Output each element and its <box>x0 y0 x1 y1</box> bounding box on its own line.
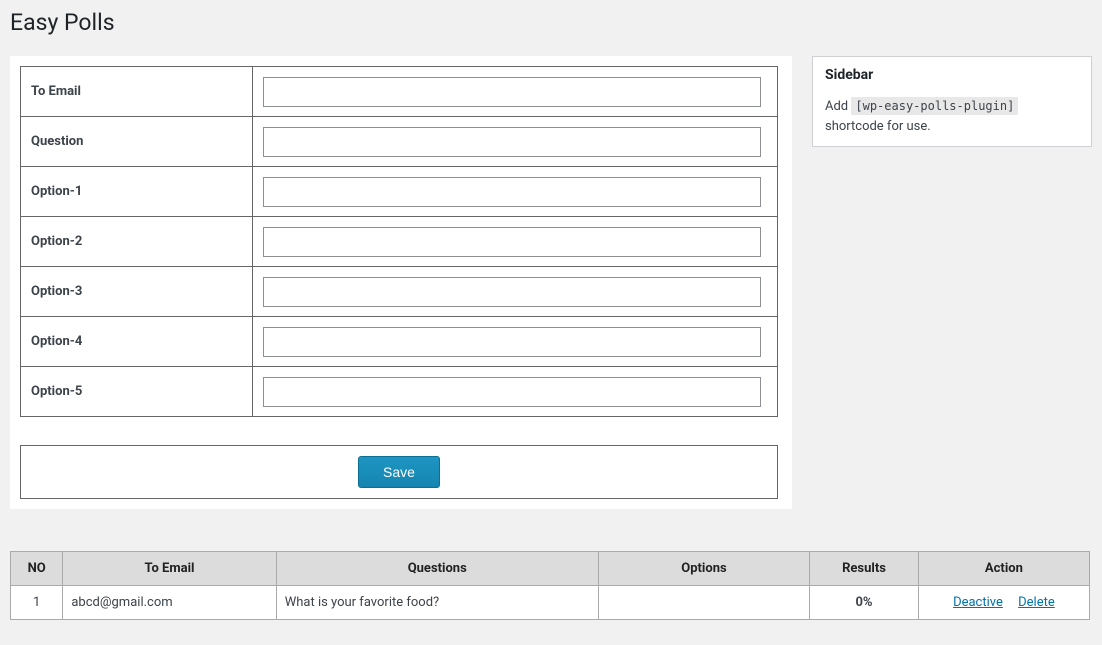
field-label-option-3: Option-3 <box>21 267 253 317</box>
field-label-option-1: Option-1 <box>21 167 253 217</box>
deactive-link[interactable]: Deactive <box>953 595 1003 610</box>
field-label-option-5: Option-5 <box>21 367 253 417</box>
list-table: NO To Email Questions Options Results Ac… <box>10 551 1090 620</box>
cell-no: 1 <box>11 586 63 620</box>
option-5-input[interactable] <box>263 377 761 407</box>
sidebar-heading: Sidebar <box>825 67 1079 83</box>
cell-question: What is your favorite food? <box>276 586 598 620</box>
sidebar-text-after: shortcode for use. <box>825 119 931 134</box>
cell-options <box>598 586 809 620</box>
sidebar-card: Sidebar Add [wp-easy-polls-plugin] short… <box>812 56 1092 147</box>
option-2-input[interactable] <box>263 227 761 257</box>
save-row: Save <box>20 445 778 499</box>
sidebar-text: Add [wp-easy-polls-plugin] shortcode for… <box>825 97 1079 136</box>
field-label-question: Question <box>21 117 253 167</box>
option-3-input[interactable] <box>263 277 761 307</box>
header-questions: Questions <box>276 552 598 586</box>
header-action: Action <box>918 552 1089 586</box>
header-no: NO <box>11 552 63 586</box>
header-results: Results <box>810 552 919 586</box>
question-input[interactable] <box>263 127 761 157</box>
form-table: To Email Question Option-1 Option-2 Opti… <box>20 66 778 417</box>
option-4-input[interactable] <box>263 327 761 357</box>
sidebar-shortcode: [wp-easy-polls-plugin] <box>851 97 1018 115</box>
to-email-input[interactable] <box>263 77 761 107</box>
cell-action: Deactive Delete <box>918 586 1089 620</box>
header-options: Options <box>598 552 809 586</box>
option-1-input[interactable] <box>263 177 761 207</box>
table-row: 1 abcd@gmail.com What is your favorite f… <box>11 586 1090 620</box>
field-label-option-4: Option-4 <box>21 317 253 367</box>
sidebar-text-before: Add <box>825 99 851 114</box>
form-card: To Email Question Option-1 Option-2 Opti… <box>10 56 792 509</box>
page-title: Easy Polls <box>10 0 1092 40</box>
field-label-option-2: Option-2 <box>21 217 253 267</box>
field-label-to-email: To Email <box>21 67 253 117</box>
delete-link[interactable]: Delete <box>1018 595 1055 610</box>
cell-email: abcd@gmail.com <box>63 586 276 620</box>
cell-results: 0% <box>810 586 919 620</box>
header-email: To Email <box>63 552 276 586</box>
save-button[interactable]: Save <box>358 456 440 488</box>
